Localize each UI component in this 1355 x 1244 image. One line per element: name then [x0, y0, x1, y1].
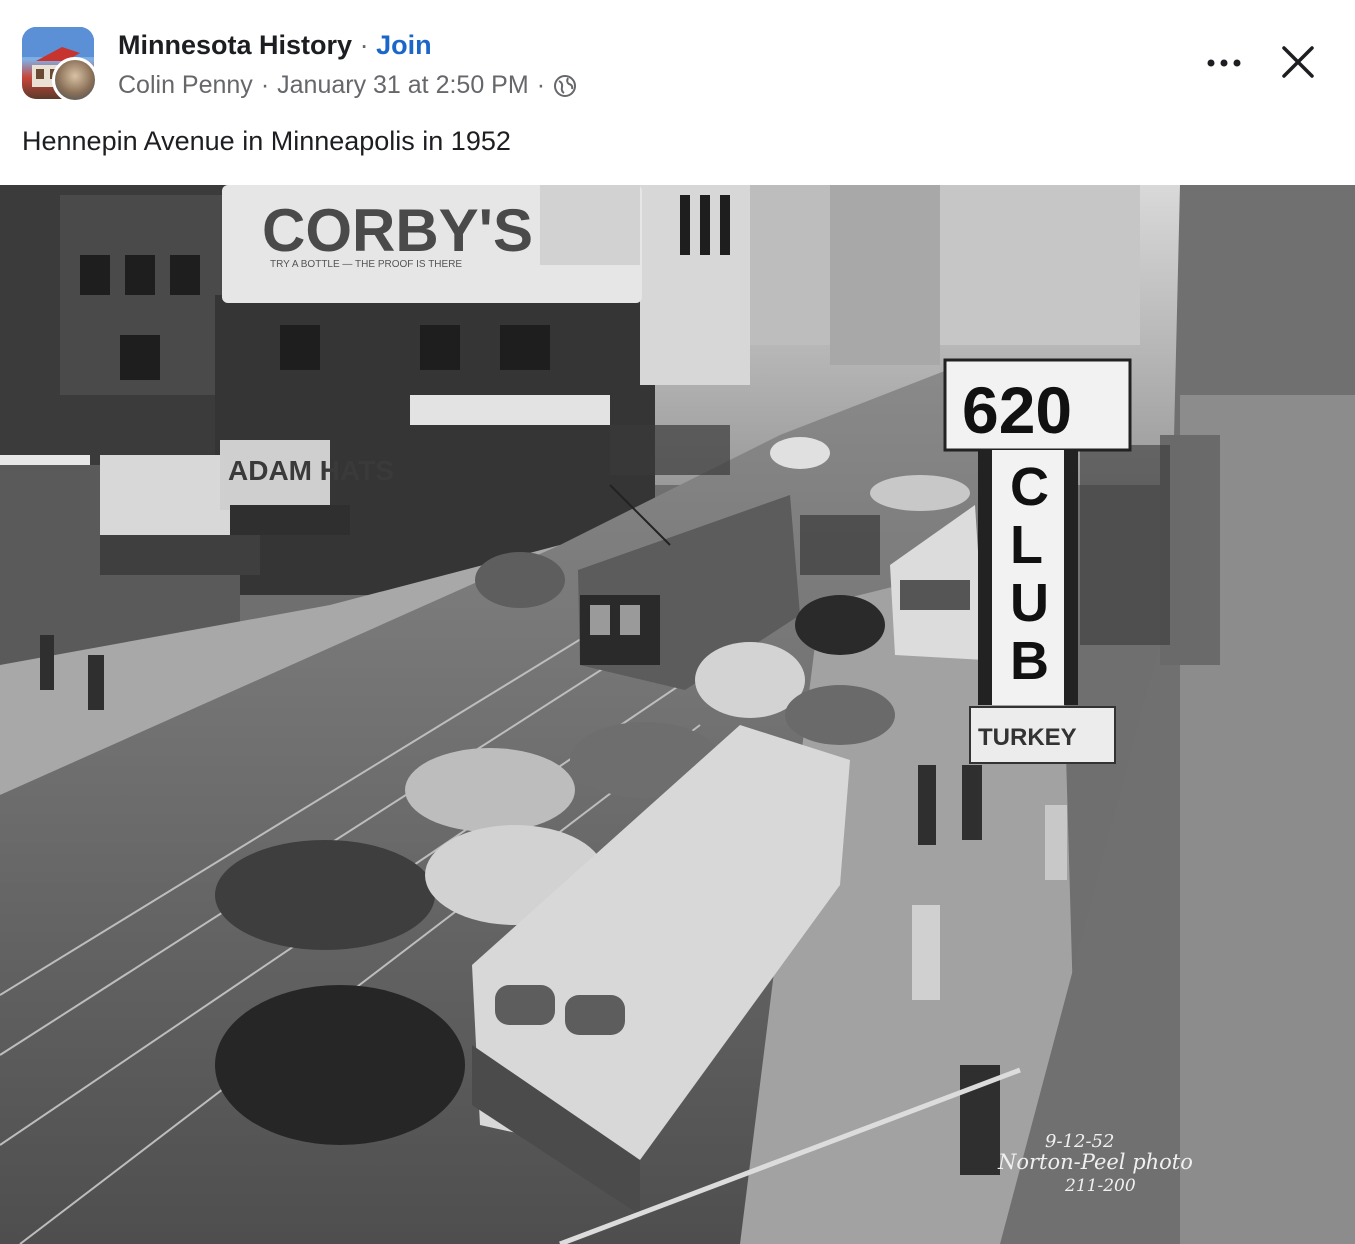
post-photo[interactable]: CORBY'S TRY A BOTTLE — THE PROOF IS THER… [0, 185, 1355, 1244]
street-scene: CORBY'S TRY A BOTTLE — THE PROOF IS THER… [0, 185, 1355, 1244]
meta-separator-2: · [536, 71, 546, 99]
club-letter-b: B [1010, 631, 1049, 691]
more-icon [1206, 55, 1242, 73]
club-letter-c: C [1010, 457, 1049, 517]
close-icon [1281, 45, 1315, 84]
photo-number: 211-200 [1064, 1176, 1136, 1196]
building-white [640, 185, 750, 385]
globe-icon[interactable] [553, 74, 577, 98]
group-title: Minnesota History · Join [118, 30, 432, 61]
photo-credit: Norton-Peel photo [997, 1150, 1193, 1174]
author-name[interactable]: Colin Penny [118, 71, 253, 100]
post-meta: Colin Penny · January 31 at 2:50 PM · [118, 71, 577, 100]
meta-separator: · [260, 71, 270, 99]
club-letter-u: U [1010, 573, 1049, 633]
join-button[interactable]: Join [376, 30, 432, 60]
close-button[interactable] [1272, 38, 1324, 90]
group-name-link[interactable]: Minnesota History [118, 30, 352, 60]
post-text: Hennepin Avenue in Minneapolis in 1952 [22, 126, 511, 156]
separator: · [359, 30, 369, 60]
more-options-button[interactable] [1196, 44, 1252, 84]
adam-hats-sign: ADAM HATS [228, 455, 394, 486]
club-number: 620 [962, 373, 1072, 447]
post-header: Minnesota History · Join Colin Penny · J… [0, 0, 1355, 185]
post-timestamp[interactable]: January 31 at 2:50 PM [277, 71, 529, 100]
group-avatar[interactable] [22, 27, 98, 103]
turkey-sign: TURKEY [978, 724, 1077, 751]
author-avatar[interactable] [52, 57, 98, 103]
club-letter-l: L [1010, 515, 1043, 575]
corbys-tagline: TRY A BOTTLE — THE PROOF IS THERE [270, 259, 462, 270]
corbys-sign: CORBY'S [262, 197, 533, 264]
photo-date: 9-12-52 [1045, 1131, 1114, 1152]
